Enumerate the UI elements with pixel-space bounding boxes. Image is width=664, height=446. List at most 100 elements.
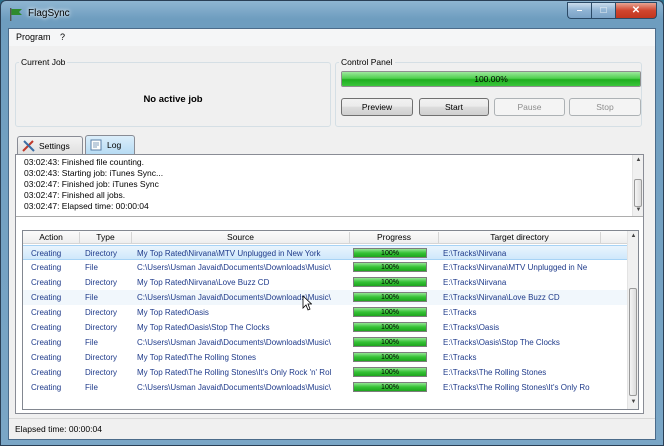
caption-buttons: – □ ✕ (567, 2, 657, 19)
overall-progress-bar: 100.00% (341, 71, 641, 87)
table-row[interactable]: Creating File C:\Users\Usman Javaid\Docume… (23, 290, 629, 305)
no-active-job-text: No active job (143, 94, 203, 105)
column-header-action[interactable]: Action (23, 232, 80, 244)
client-area: Program ? Current Job No active job Cont… (8, 28, 656, 440)
tab-settings-label: Settings (39, 140, 70, 151)
row-progress-label: 100% (381, 354, 399, 361)
cell-target: E:\Tracks\Oasis (443, 323, 500, 332)
window-title: FlagSync (28, 8, 70, 19)
log-line: 03:02:47: Elapsed time: 00:00:04 (24, 201, 149, 211)
cell-target: E:\Tracks\Nirvana\MTV Unplugged in Ne (443, 263, 588, 272)
cell-source: My Top Rated\Oasis (137, 308, 209, 317)
mouse-cursor-icon (302, 295, 312, 311)
cell-type: Directory (85, 278, 118, 287)
column-header-progress[interactable]: Progress (350, 232, 439, 244)
cell-progress: 100% (353, 337, 427, 347)
cell-source: C:\Users\Usman Javaid\Documents\Download… (137, 263, 331, 272)
menu-program[interactable]: Program (16, 32, 51, 42)
stop-button[interactable]: Stop (569, 98, 641, 116)
cell-type: Directory (85, 353, 118, 362)
table-row[interactable]: Creating Directory My Top Rated\The Rollin… (23, 350, 629, 365)
scroll-thumb[interactable] (629, 288, 637, 396)
cell-source: C:\Users\Usman Javaid\Documents\Download… (137, 293, 331, 302)
cell-progress: 100% (353, 262, 427, 272)
tab-settings[interactable]: Settings (17, 136, 83, 154)
row-progress-label: 100% (381, 339, 399, 346)
column-header-target[interactable]: Target directory (439, 232, 601, 244)
progress-percent: 100.00% (474, 74, 508, 84)
preview-button[interactable]: Preview (341, 98, 413, 116)
table-header: Action Type Source Progress Target direc… (23, 231, 629, 244)
log-scrollbar[interactable]: ▲ ▼ (632, 155, 643, 216)
row-progress-label: 100% (381, 384, 399, 391)
cell-action: Creating (31, 383, 62, 392)
cell-action: Creating (31, 278, 62, 287)
cell-source: My Top Rated\Nirvana\Love Buzz CD (137, 278, 270, 287)
cell-progress: 100% (353, 352, 427, 362)
cell-action: Creating (31, 249, 62, 258)
minimize-button[interactable]: – (567, 2, 591, 19)
close-icon: ✕ (631, 5, 641, 16)
maximize-button[interactable]: □ (591, 2, 615, 19)
cell-target: E:\Tracks\The Rolling Stones\It's Only R… (443, 383, 590, 392)
table-row[interactable]: Creating Directory My Top Rated\Oasis\Stop… (23, 320, 629, 335)
cell-progress: 100% (353, 382, 427, 392)
maximize-icon: □ (600, 5, 607, 16)
tools-icon (22, 139, 35, 152)
minimize-icon: – (576, 5, 583, 16)
row-progress-label: 100% (381, 369, 399, 376)
column-header-type[interactable]: Type (80, 232, 132, 244)
table-row[interactable]: Creating File C:\Users\Usman Javaid\Docume… (23, 335, 629, 350)
cell-source: My Top Rated\The Rolling Stones (137, 353, 257, 362)
row-progress-label: 100% (381, 309, 399, 316)
log-output[interactable]: 03:02:43: Finished file counting. 03:02:… (16, 155, 643, 217)
pause-button[interactable]: Pause (494, 98, 565, 116)
cell-source: My Top Rated\Oasis\Stop The Clocks (137, 323, 270, 332)
table-row[interactable]: Creating File C:\Users\Usman Javaid\Docume… (23, 260, 629, 275)
scroll-down-icon[interactable]: ▼ (629, 398, 638, 407)
menu-help[interactable]: ? (60, 32, 65, 42)
start-button[interactable]: Start (419, 98, 489, 116)
cell-source: C:\Users\Usman Javaid\Documents\Download… (137, 338, 331, 347)
cell-action: Creating (31, 338, 62, 347)
table-row[interactable]: Creating Directory My Top Rated\Nirvana\Lo… (23, 275, 629, 290)
flag-icon (10, 8, 22, 21)
scroll-thumb[interactable] (634, 179, 642, 207)
table-row[interactable]: Creating File C:\Users\Usman Javaid\Docume… (23, 380, 629, 395)
table-row[interactable]: Creating Directory My Top Rated\Oasis 100% E… (23, 305, 629, 320)
cell-progress: 100% (353, 307, 427, 317)
operations-table: Action Type Source Progress Target direc… (22, 230, 639, 410)
cell-target: E:\Tracks\The Rolling Stones (443, 368, 547, 377)
row-progress-label: 100% (381, 294, 399, 301)
column-header-source[interactable]: Source (132, 232, 350, 244)
cell-source: My Top Rated\The Rolling Stones\It's Onl… (137, 368, 332, 377)
cell-progress: 100% (353, 277, 427, 287)
cell-type: Directory (85, 308, 118, 317)
table-scrollbar[interactable]: ▲ ▼ (627, 231, 638, 409)
log-line: 03:02:43: Starting job: iTunes Sync... (24, 168, 164, 178)
log-line: 03:02:47: Finished job: iTunes Sync (24, 179, 159, 189)
scroll-down-icon[interactable]: ▼ (634, 206, 643, 215)
control-panel-legend: Control Panel (341, 57, 393, 67)
table-row[interactable]: Creating Directory My Top Rated\Nirvana\MT… (23, 245, 629, 260)
cell-action: Creating (31, 308, 62, 317)
title-bar[interactable]: FlagSync – □ ✕ (1, 1, 663, 27)
tab-log[interactable]: Log (85, 135, 135, 154)
scroll-up-icon[interactable]: ▲ (629, 232, 638, 241)
row-progress-label: 100% (381, 264, 399, 271)
log-icon (90, 139, 102, 151)
cell-target: E:\Tracks\Nirvana (443, 249, 507, 258)
cell-target: E:\Tracks (443, 353, 477, 362)
cell-target: E:\Tracks\Nirvana\Love Buzz CD (443, 293, 560, 302)
close-button[interactable]: ✕ (615, 2, 657, 19)
scroll-up-icon[interactable]: ▲ (634, 156, 643, 165)
current-job-group: Current Job No active job (15, 57, 331, 127)
row-progress-label: 100% (381, 250, 399, 257)
cell-action: Creating (31, 323, 62, 332)
cell-type: Directory (85, 249, 118, 258)
table-row[interactable]: Creating Directory My Top Rated\The Rollin… (23, 365, 629, 380)
cell-target: E:\Tracks (443, 308, 477, 317)
app-window: FlagSync – □ ✕ Program ? Current Job No … (0, 0, 664, 446)
cell-target: E:\Tracks\Oasis\Stop The Clocks (443, 338, 560, 347)
cell-progress: 100% (353, 248, 427, 258)
